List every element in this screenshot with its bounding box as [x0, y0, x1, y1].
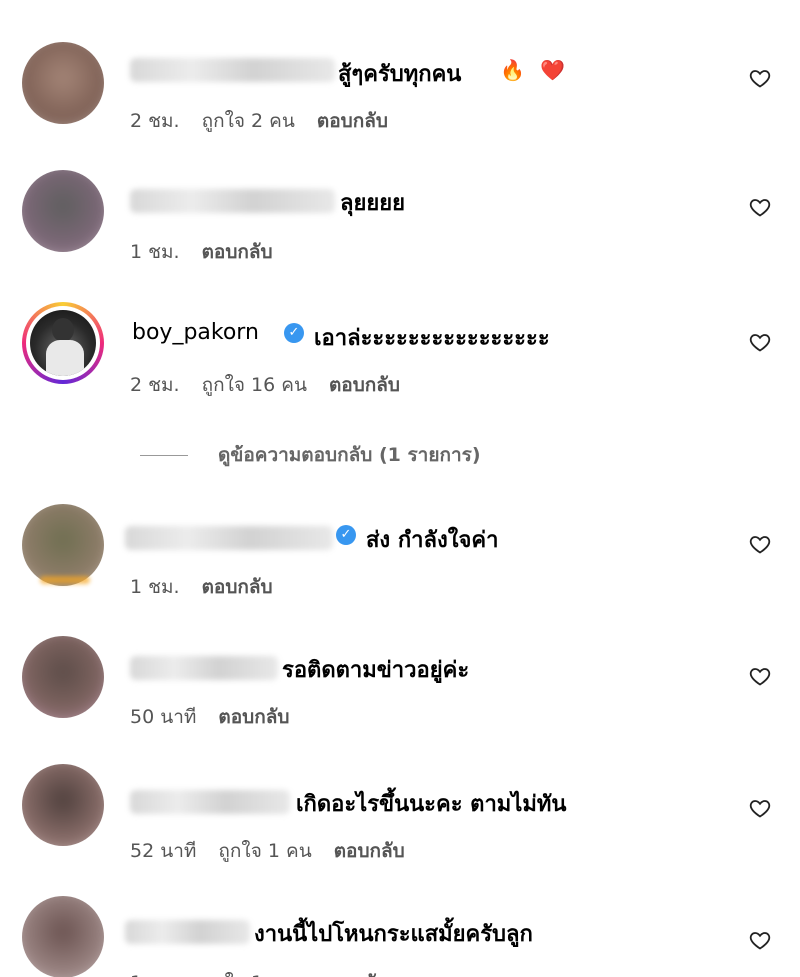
comment-item: งานนี้ไปโหนกระแสมั้ยครับลูก 1 ชม. ถูกใจ … — [0, 890, 800, 977]
comment-text: สู้ๆครับทุกคน — [338, 62, 462, 87]
username-redacted[interactable] — [130, 189, 335, 213]
comment-item: รอติดตามข่าวอยู่ค่ะ 50 นาที ตอบกลับ — [0, 628, 800, 748]
reply-button[interactable]: ตอบกลับ — [218, 702, 289, 732]
likes-count[interactable]: ถูกใจ 2 คน — [202, 106, 295, 136]
timestamp: 50 นาที — [130, 706, 197, 728]
timestamp: 1 ชม. — [130, 241, 180, 263]
reply-button[interactable]: ตอบกลับ — [334, 836, 405, 866]
username[interactable]: boy_pakorn — [132, 320, 259, 345]
username-redacted[interactable] — [130, 790, 290, 814]
heart-outline-icon[interactable] — [748, 195, 772, 219]
avatar[interactable] — [22, 764, 104, 846]
comment-meta: 52 นาที ถูกใจ 1 คน ตอบกลับ — [130, 836, 405, 866]
divider-line — [140, 454, 188, 456]
verified-badge-icon: ✓ — [284, 323, 304, 343]
heart-outline-icon[interactable] — [748, 66, 772, 90]
story-ring-avatar[interactable] — [22, 302, 104, 384]
reply-button[interactable]: ตอบกลับ — [202, 572, 273, 602]
comment-item: เกิดอะไรขึ้นนะคะ ตามไม่ทัน 52 นาที ถูกใจ… — [0, 760, 800, 880]
reply-button[interactable]: ตอบกลับ — [317, 106, 388, 136]
likes-count[interactable]: ถูกใจ 1 คน — [202, 968, 295, 977]
story-ring-fragment — [40, 576, 90, 584]
avatar[interactable] — [22, 636, 104, 718]
reply-button[interactable]: ตอบกลับ — [329, 370, 400, 400]
comment-item: boy_pakorn ✓ เอาล่ะะะะะะะะะะะะะะะะ 2 ชม.… — [0, 298, 800, 418]
comment-meta: 1 ชม. ตอบกลับ — [130, 237, 273, 267]
comment-text: เกิดอะไรขึ้นนะคะ ตามไม่ทัน — [296, 792, 567, 817]
avatar[interactable] — [22, 42, 104, 124]
username-redacted[interactable] — [125, 526, 333, 550]
heart-outline-icon[interactable] — [748, 664, 772, 688]
view-replies-button[interactable]: ดูข้อความตอบกลับ (1 รายการ) — [140, 440, 481, 470]
heart-outline-icon[interactable] — [748, 928, 772, 952]
reply-button[interactable]: ตอบกลับ — [317, 968, 388, 977]
comment-item: ✓ ส่ง กำลังใจค่า 1 ชม. ตอบกลับ — [0, 496, 800, 616]
verified-badge-icon: ✓ — [336, 525, 356, 545]
comment-meta: 2 ชม. ถูกใจ 16 คน ตอบกลับ — [130, 370, 400, 400]
heart-outline-icon[interactable] — [748, 330, 772, 354]
likes-count[interactable]: ถูกใจ 1 คน — [218, 836, 311, 866]
avatar-photo — [30, 310, 96, 376]
username-redacted[interactable] — [130, 656, 278, 680]
timestamp: 52 นาที — [130, 840, 197, 862]
view-replies-label: ดูข้อความตอบกลับ (1 รายการ) — [218, 444, 481, 466]
comment-text: งานนี้ไปโหนกระแสมั้ยครับลูก — [254, 922, 533, 947]
comment-text: รอติดตามข่าวอยู่ค่ะ — [282, 658, 470, 683]
timestamp: 1 ชม. — [130, 576, 180, 598]
comment-text: ลุยยยย — [340, 191, 406, 216]
heart-outline-icon[interactable] — [748, 796, 772, 820]
avatar[interactable] — [22, 170, 104, 252]
username-redacted[interactable] — [130, 58, 335, 82]
likes-count[interactable]: ถูกใจ 16 คน — [202, 370, 307, 400]
reply-button[interactable]: ตอบกลับ — [202, 237, 273, 267]
comment-text: เอาล่ะะะะะะะะะะะะะะะะ — [314, 326, 550, 351]
avatar[interactable] — [22, 504, 104, 586]
comment-item: สู้ๆครับทุกคน 🔥 ❤️ 2 ชม. ถูกใจ 2 คน ตอบก… — [0, 28, 800, 148]
heart-emoji: ❤️ — [540, 58, 565, 82]
heart-outline-icon[interactable] — [748, 532, 772, 556]
username-redacted[interactable] — [125, 920, 250, 944]
avatar[interactable] — [22, 896, 104, 977]
comment-meta: 50 นาที ตอบกลับ — [130, 702, 289, 732]
comment-meta: 2 ชม. ถูกใจ 2 คน ตอบกลับ — [130, 106, 388, 136]
timestamp: 2 ชม. — [130, 374, 180, 396]
timestamp: 2 ชม. — [130, 110, 180, 132]
comment-meta: 1 ชม. ตอบกลับ — [130, 572, 273, 602]
fire-emoji: 🔥 — [500, 58, 525, 82]
comment-meta: 1 ชม. ถูกใจ 1 คน ตอบกลับ — [130, 968, 388, 977]
comment-item: ลุยยยย 1 ชม. ตอบกลับ — [0, 163, 800, 283]
comment-text: ส่ง กำลังใจค่า — [366, 528, 499, 553]
timestamp: 1 ชม. — [130, 968, 180, 977]
